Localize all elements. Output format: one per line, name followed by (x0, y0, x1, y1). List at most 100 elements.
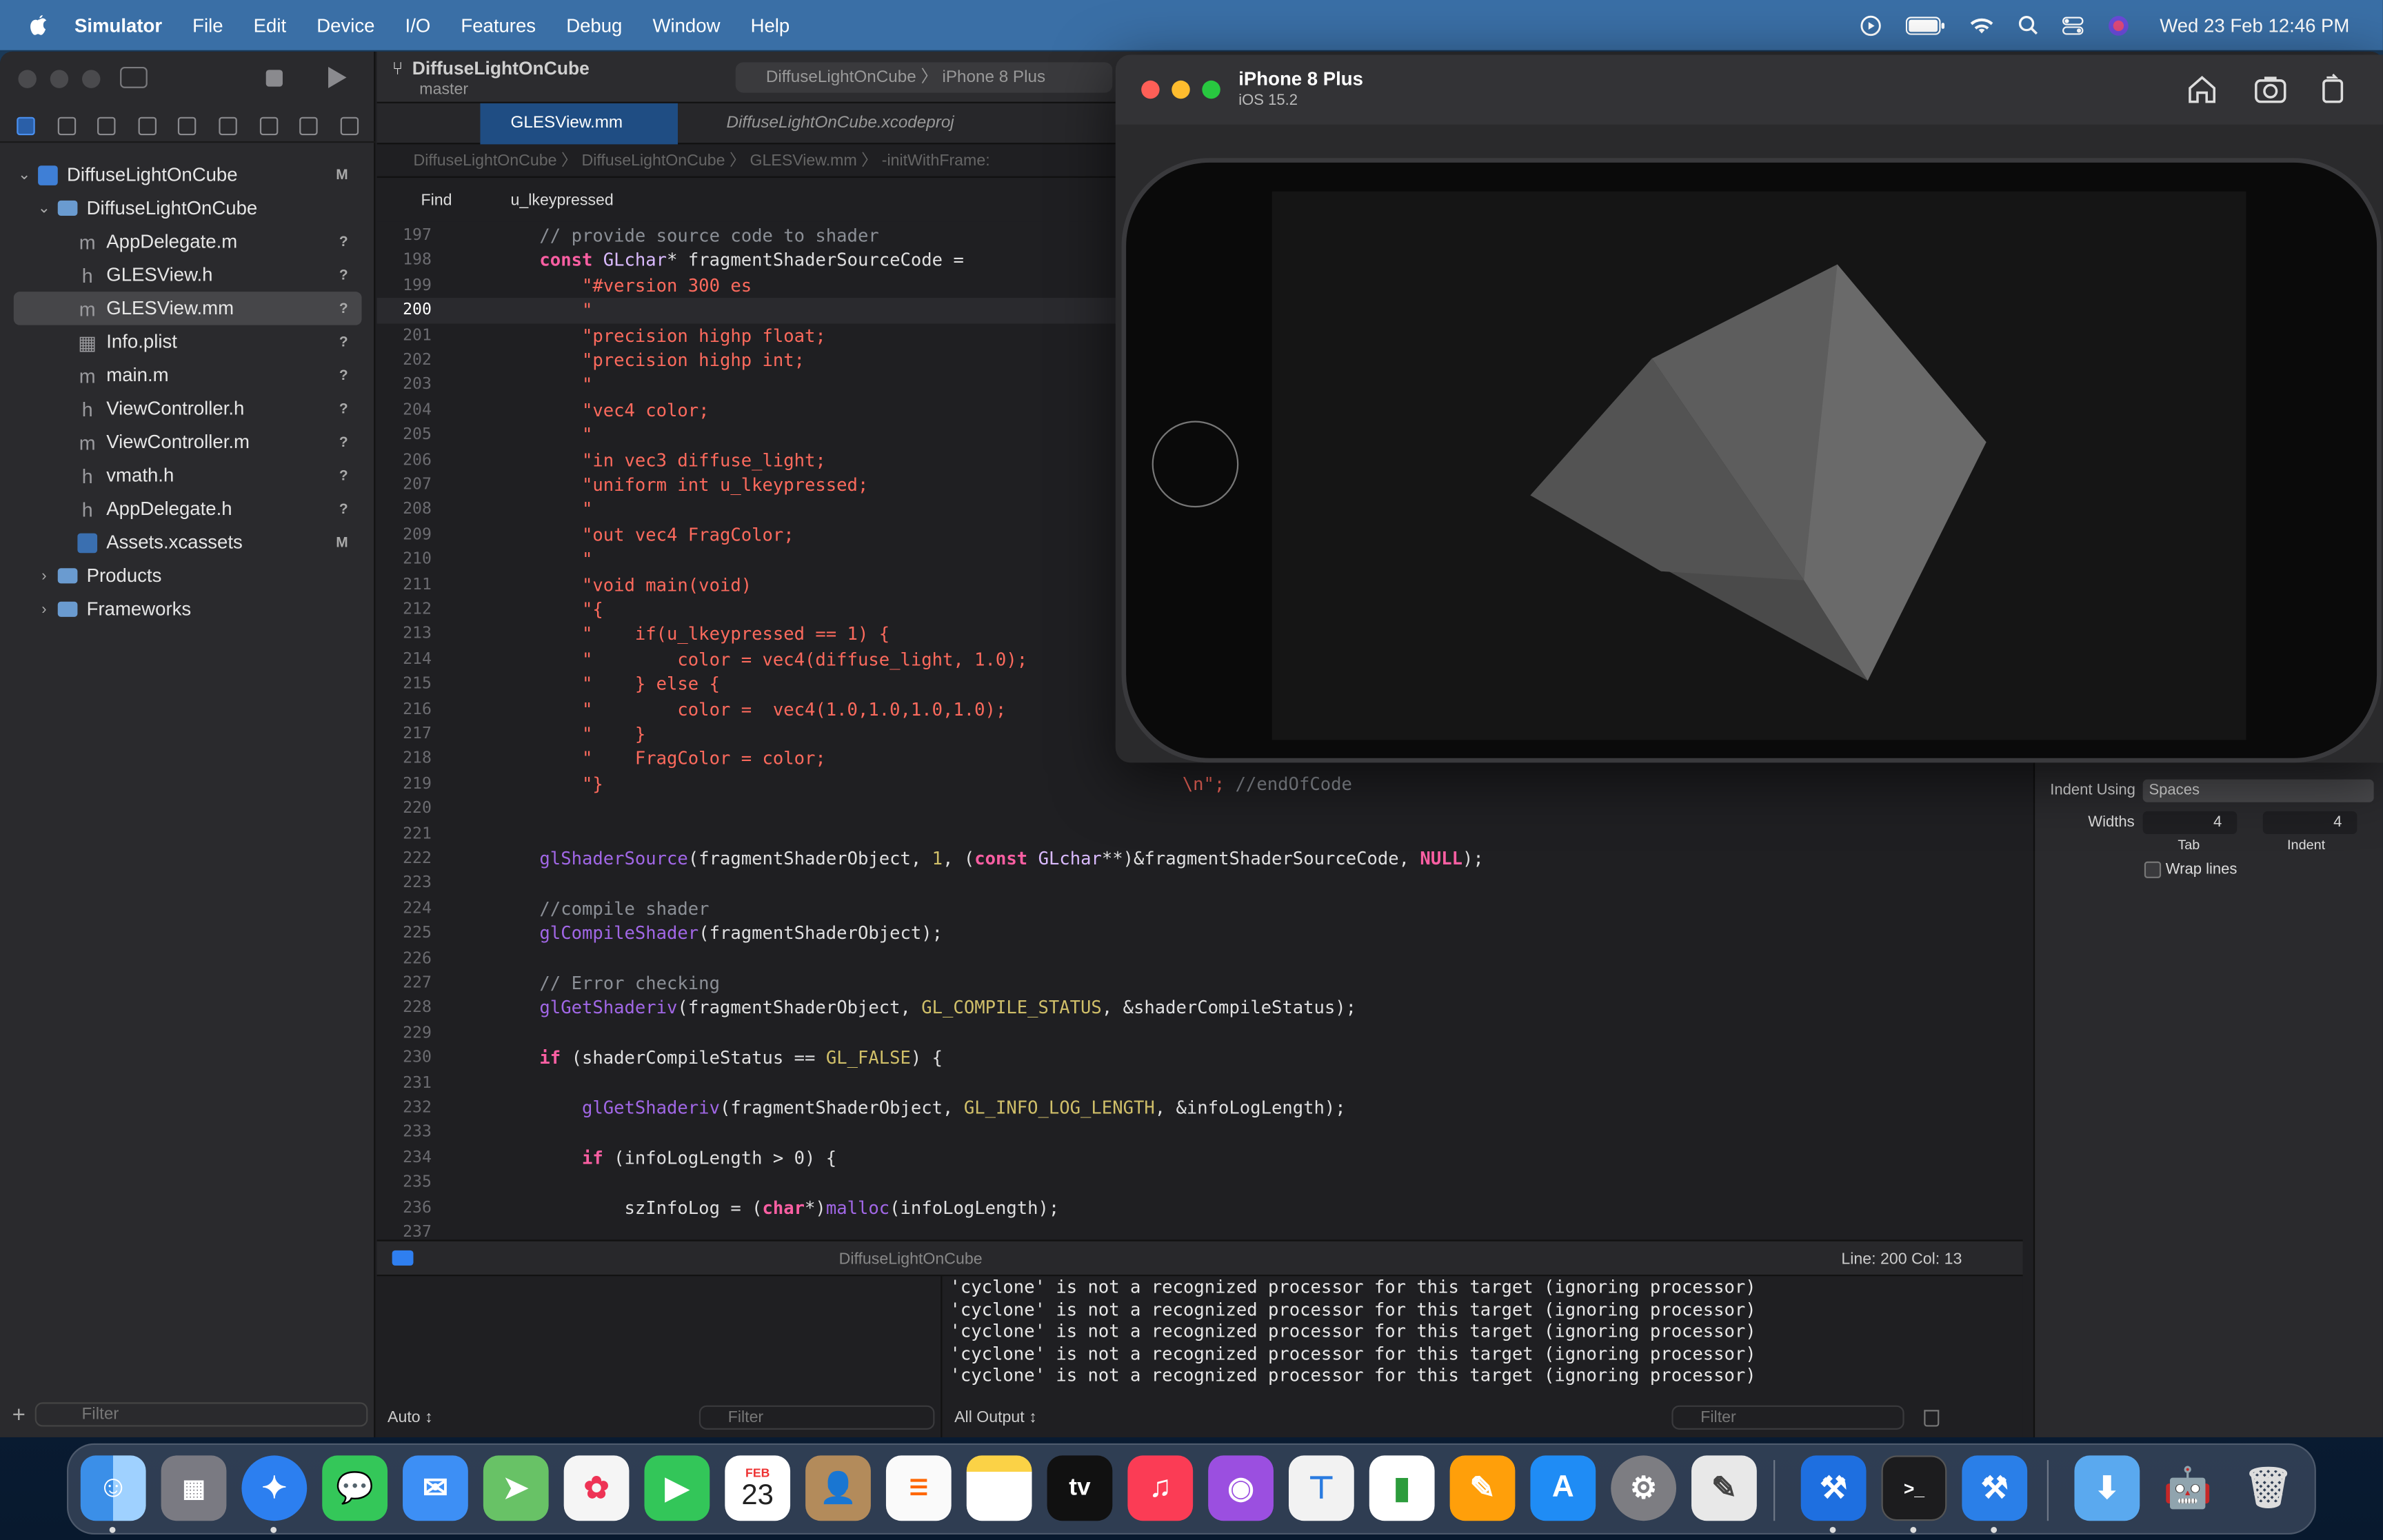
project-navigator-icon[interactable] (17, 116, 36, 135)
destination-name[interactable]: iPhone 8 Plus (942, 68, 1045, 86)
reminders-icon[interactable]: ☰ (885, 1455, 952, 1521)
line-number[interactable]: 233 (377, 1120, 432, 1145)
screenshot-icon[interactable] (2254, 74, 2287, 105)
line-number[interactable]: 203 (377, 373, 432, 398)
code-line[interactable]: 220 (377, 796, 2022, 821)
code-text[interactable]: "precision highp int; (539, 348, 805, 373)
code-text[interactable]: " } else { (539, 672, 720, 697)
wifi-icon[interactable] (1970, 16, 1994, 34)
app-store-icon[interactable]: A (1530, 1455, 1596, 1521)
line-number[interactable]: 215 (377, 672, 432, 697)
run-icon[interactable] (328, 66, 347, 88)
code-line[interactable]: 233 (377, 1120, 2022, 1145)
code-text[interactable]: " color = vec4(diffuse_light, 1.0); (539, 647, 1027, 671)
textedit-icon[interactable]: ✎ (1691, 1455, 1757, 1521)
apple-menu-icon[interactable] (26, 13, 50, 37)
zoom-window-button[interactable] (82, 70, 101, 88)
code-line[interactable]: 223 (377, 871, 2022, 896)
code-text[interactable]: " (539, 373, 592, 398)
line-number[interactable]: 206 (377, 447, 432, 472)
code-text[interactable]: " (539, 298, 592, 323)
code-line[interactable]: 234 if (infoLogLength > 0) { (377, 1145, 2022, 1170)
stop-icon[interactable] (265, 70, 283, 87)
finder-icon[interactable]: ☺ (80, 1455, 146, 1521)
debug-navigator-icon[interactable] (259, 116, 278, 135)
line-number[interactable]: 226 (377, 946, 432, 971)
variables-filter-input[interactable]: Filter (698, 1405, 935, 1430)
tree-item-file[interactable]: ▦ Info.plist ? (0, 325, 375, 358)
code-text[interactable]: \n"; (1183, 773, 1225, 794)
line-number[interactable]: 199 (377, 273, 432, 298)
line-number[interactable]: 205 (377, 423, 432, 447)
code-text[interactable]: " color = vec4(1.0,1.0,1.0,1.0); (539, 697, 1006, 722)
line-number[interactable]: 222 (377, 847, 432, 871)
indent-using-popup[interactable]: Spaces (2142, 779, 2374, 802)
code-text[interactable]: "#version 300 es (539, 273, 752, 298)
tab-xcodeproj[interactable]: DiffuseLightOnCube.xcodeproj (696, 103, 1030, 145)
code-line[interactable]: 224 //compile shader (377, 896, 2022, 921)
add-file-icon[interactable]: + (12, 1401, 26, 1427)
find-mode-dropdown[interactable]: Find (421, 184, 452, 217)
tree-item-folder-products[interactable]: › Products (0, 559, 375, 592)
wrap-lines-checkbox[interactable] (2144, 861, 2162, 878)
code-line[interactable]: 226 (377, 946, 2022, 971)
line-number[interactable]: 201 (377, 323, 432, 348)
notes-icon[interactable] (966, 1455, 1032, 1521)
line-number[interactable]: 213 (377, 622, 432, 647)
tab-glesview[interactable]: GLESView.mm (480, 103, 678, 145)
trash-icon[interactable] (1924, 1410, 1940, 1427)
line-number[interactable]: 212 (377, 597, 432, 622)
line-number[interactable]: 230 (377, 1046, 432, 1071)
code-text[interactable]: const GLchar* fragmentShaderSourceCode = (539, 248, 963, 273)
pages-icon[interactable]: ✎ (1449, 1455, 1516, 1521)
tree-item-file[interactable]: h GLESView.h ? (0, 259, 375, 292)
keynote-icon[interactable]: ⊤ (1288, 1455, 1354, 1521)
line-number[interactable]: 237 (377, 1220, 432, 1237)
line-number[interactable]: 210 (377, 547, 432, 572)
tree-item-file[interactable]: h vmath.h ? (0, 459, 375, 492)
code-text[interactable]: // Error checking (539, 971, 720, 995)
menu-window[interactable]: Window (652, 14, 720, 36)
line-number[interactable]: 216 (377, 697, 432, 722)
close-window-button[interactable] (18, 70, 37, 88)
code-text[interactable]: "vec4 color; (539, 398, 710, 423)
code-text[interactable]: glCompileShader(fragmentShaderObject); (539, 921, 943, 946)
tree-item-group[interactable]: ⌄ DiffuseLightOnCube (0, 192, 375, 225)
code-line[interactable]: 228 glGetShaderiv(fragmentShaderObject, G… (377, 995, 2022, 1020)
spotlight-search-icon[interactable] (2018, 15, 2038, 35)
code-text[interactable]: " } (539, 722, 645, 747)
console-line[interactable]: 'cyclone' is not a recognized processor … (950, 1299, 1756, 1321)
code-line[interactable]: 222 glShaderSource(fragmentShaderObject, … (377, 847, 2022, 871)
breadcrumb-file[interactable]: GLESView.mm (750, 152, 857, 170)
tree-item-file[interactable]: h ViewController.h ? (0, 392, 375, 425)
menu-help[interactable]: Help (751, 14, 790, 36)
line-number[interactable]: 224 (377, 896, 432, 921)
siri-icon[interactable] (2108, 14, 2129, 36)
device-screen[interactable] (1271, 191, 2246, 740)
line-number[interactable]: 207 (377, 472, 432, 497)
issue-navigator-icon[interactable] (178, 116, 197, 135)
battery-icon[interactable] (1906, 16, 1945, 34)
minimize-window-button[interactable] (50, 70, 69, 88)
menu-clock[interactable]: Wed 23 Feb 12:46 PM (2160, 14, 2349, 36)
tree-item-file[interactable]: Assets.xcassets M (0, 526, 375, 559)
minimize-window-button[interactable] (1172, 80, 1190, 99)
disclosure-closed-icon[interactable]: › (35, 601, 53, 618)
line-number[interactable]: 227 (377, 971, 432, 995)
report-navigator-icon[interactable] (339, 116, 359, 135)
line-number[interactable]: 209 (377, 523, 432, 547)
code-text[interactable]: if (shaderCompileStatus == GL_FALSE) { (539, 1046, 943, 1071)
launchpad-icon[interactable]: ▦ (161, 1455, 227, 1521)
line-number[interactable]: 220 (377, 796, 432, 821)
terminal-icon[interactable]: >_ (1881, 1455, 1947, 1521)
maps-icon[interactable]: ➤ (483, 1455, 549, 1521)
code-text[interactable]: "out vec4 FragColor; (539, 523, 794, 547)
close-window-button[interactable] (1141, 80, 1160, 99)
menu-debug[interactable]: Debug (566, 14, 622, 36)
line-number[interactable]: 208 (377, 498, 432, 523)
code-text[interactable]: " if(u_lkeypressed == 1) { (539, 622, 889, 647)
code-line[interactable]: 237 (377, 1220, 2022, 1237)
system-preferences-icon[interactable]: ⚙ (1611, 1455, 1677, 1521)
home-button[interactable] (1152, 421, 1239, 508)
xcode-icon[interactable]: ⚒ (1800, 1455, 1867, 1521)
